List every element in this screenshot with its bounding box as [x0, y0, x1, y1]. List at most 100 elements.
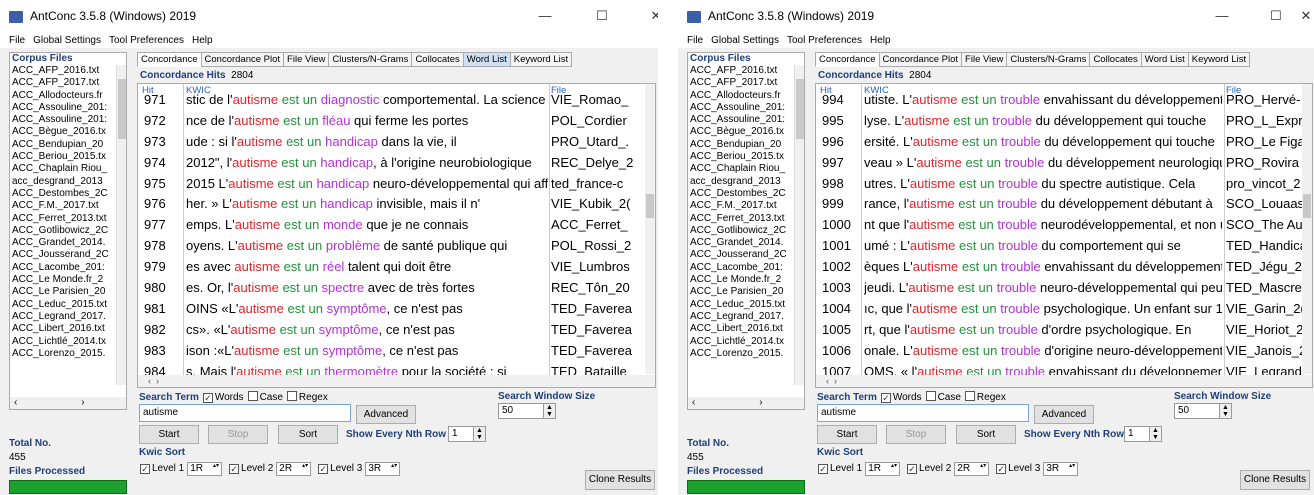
- corpus-file-item[interactable]: ACC_F.M._2017.txt: [688, 200, 804, 212]
- search-window-spinner[interactable]: 50 ▲ ▼: [498, 403, 556, 419]
- level3-spinner[interactable]: 3R: [1043, 462, 1079, 476]
- corpus-file-item[interactable]: ACC_Assouline_201:: [688, 102, 804, 114]
- checkbox-icon[interactable]: [286, 391, 297, 401]
- concordance-row[interactable]: 1005 rt, que l'autisme est un trouble d'o…: [816, 320, 1303, 341]
- spinner-arrows-icon[interactable]: ▲ ▼: [543, 404, 555, 418]
- file-name[interactable]: TED_Faverea: [551, 320, 646, 341]
- tab-file-view[interactable]: File View: [283, 52, 330, 67]
- level2-spinner[interactable]: 2R: [276, 462, 312, 476]
- corpus-file-item[interactable]: ACC_Lichtlé_2014.tx: [10, 336, 126, 348]
- file-name[interactable]: pro_vincot_2: [1226, 174, 1312, 195]
- corpus-file-item[interactable]: acc_desgrand_2013: [10, 176, 126, 188]
- checkbox-icon[interactable]: ✓: [880, 393, 891, 403]
- checkbox-icon[interactable]: [964, 391, 975, 401]
- file-name[interactable]: VIE_Horiot_2: [1226, 320, 1312, 341]
- corpus-file-item[interactable]: ACC_Gotlibowicz_2C: [10, 225, 126, 237]
- concordance-row[interactable]: 1006 onale. L'autisme est un trouble d'or…: [816, 341, 1306, 362]
- sort-button[interactable]: Sort: [956, 425, 1016, 444]
- file-name[interactable]: POL_Cordier: [551, 111, 646, 132]
- maximize-icon[interactable]: ☐: [1268, 8, 1284, 24]
- corpus-file-item[interactable]: ACC_Destombes_2C: [10, 188, 126, 200]
- corpus-file-item[interactable]: ACC_Assouline_201:: [688, 114, 804, 126]
- corpus-file-item[interactable]: ACC_Assouline_201:: [10, 114, 126, 126]
- tab-word-list[interactable]: Word List: [462, 52, 511, 67]
- corpus-file-item[interactable]: ACC_AFP_2016.txt: [10, 65, 126, 77]
- concordance-row[interactable]: 983 ison :«L'autisme est un symptôme, ce …: [138, 341, 645, 362]
- menu-item[interactable]: File: [9, 35, 25, 46]
- corpus-file-item[interactable]: ACC_Ferret_2013.txt: [10, 213, 126, 225]
- corpus-file-item[interactable]: ACC_Le Monde.fr_2: [688, 274, 804, 286]
- concordance-row[interactable]: 999 rance, l'autisme est un trouble du dé…: [816, 194, 1304, 215]
- checkbox-icon[interactable]: ✓: [907, 464, 918, 474]
- file-name[interactable]: REC_Tôn_20: [551, 278, 646, 299]
- concordance-row[interactable]: 998 utres. L'autisme est un trouble du sp…: [816, 174, 1302, 195]
- nth-row-spinner[interactable]: 1 ▲ ▼: [448, 426, 486, 442]
- concordance-row[interactable]: 1000 nt que l'autisme est un trouble neur…: [816, 215, 1303, 236]
- search-input[interactable]: autisme: [817, 404, 1029, 422]
- checkbox-icon[interactable]: ✓: [140, 464, 150, 474]
- tab-concordance-plot[interactable]: Concordance Plot: [878, 52, 963, 67]
- level3-spinner[interactable]: 3R: [365, 462, 401, 476]
- checkbox-icon[interactable]: [925, 391, 936, 401]
- corpus-file-item[interactable]: ACC_Beriou_2015.tx: [10, 151, 126, 163]
- close-icon[interactable]: ✕: [1298, 8, 1314, 24]
- spinner-arrows-icon[interactable]: ▲ ▼: [1219, 404, 1231, 418]
- file-name[interactable]: TED_Jégu_2(: [1226, 257, 1312, 278]
- spinner-arrows-icon[interactable]: ▲ ▼: [473, 427, 485, 441]
- menu-item[interactable]: Tool Preferences: [787, 35, 862, 46]
- menu-item[interactable]: Global Settings: [711, 35, 779, 46]
- tab-word-list[interactable]: Word List: [1140, 52, 1189, 67]
- corpus-files-hscroll[interactable]: ‹ ›: [10, 397, 126, 409]
- corpus-file-item[interactable]: ACC_Lichtlé_2014.tx: [688, 336, 804, 348]
- file-name[interactable]: REC_Delye_2: [551, 153, 646, 174]
- level1-spinner[interactable]: 1R: [187, 462, 223, 476]
- menu-item[interactable]: Tool Preferences: [109, 35, 184, 46]
- level2-spinner[interactable]: 2R: [954, 462, 990, 476]
- spinner-arrows-icon[interactable]: ▲ ▼: [1149, 427, 1161, 441]
- concordance-row[interactable]: 981 OINS «L'autisme est un symptôme, ce n…: [138, 299, 645, 320]
- corpus-file-item[interactable]: ACC_Chaplain Riou_: [10, 163, 126, 175]
- clone-results-button[interactable]: Clone Results: [1240, 470, 1310, 490]
- concordance-row[interactable]: 994 utiste. L'autisme est un trouble enva…: [816, 90, 1302, 111]
- corpus-file-item[interactable]: acc_desgrand_2013: [688, 176, 804, 188]
- corpus-file-item[interactable]: ACC_Le Parisien_20: [10, 286, 126, 298]
- corpus-files-scrollbar[interactable]: [794, 65, 804, 385]
- concordance-row[interactable]: 1002 èques L'autisme est un trouble envah…: [816, 257, 1306, 278]
- file-name[interactable]: ted_france-c: [551, 174, 646, 195]
- corpus-file-item[interactable]: ACC_Jousserand_2C: [10, 249, 126, 261]
- minimize-icon[interactable]: —: [537, 8, 553, 23]
- nth-row-spinner[interactable]: 1 ▲ ▼: [1124, 426, 1162, 442]
- corpus-file-item[interactable]: ACC_Destombes_2C: [688, 188, 804, 200]
- corpus-files-scrollbar[interactable]: [116, 65, 126, 385]
- corpus-file-item[interactable]: ACC_Bègue_2016.tx: [688, 126, 804, 138]
- corpus-file-item[interactable]: ACC_Lacombe_201:: [688, 262, 804, 274]
- corpus-file-item[interactable]: ACC_Leduc_2015.txt: [688, 299, 804, 311]
- file-name[interactable]: VIE_Garin_2(: [1226, 299, 1312, 320]
- menu-item[interactable]: Help: [192, 35, 213, 46]
- stop-button[interactable]: Stop: [208, 425, 268, 444]
- concordance-row[interactable]: 973 ude : si l'autisme est un handicap da…: [138, 132, 645, 153]
- corpus-file-item[interactable]: ACC_AFP_2016.txt: [688, 65, 804, 77]
- corpus-file-item[interactable]: ACC_Bendupian_20: [688, 139, 804, 151]
- concordance-row[interactable]: 1003 jeudi. L'autisme est un trouble neur…: [816, 278, 1305, 299]
- file-name[interactable]: TED_Handica: [1226, 236, 1312, 257]
- corpus-file-item[interactable]: ACC_Gotlibowicz_2C: [688, 225, 804, 237]
- corpus-file-item[interactable]: ACC_AFP_2017.txt: [10, 77, 126, 89]
- close-icon[interactable]: ✕: [648, 8, 658, 24]
- corpus-file-item[interactable]: ACC_Assouline_201:: [10, 102, 126, 114]
- corpus-file-item[interactable]: ACC_Bègue_2016.tx: [10, 126, 126, 138]
- checkbox-icon[interactable]: ✓: [318, 464, 329, 474]
- corpus-file-item[interactable]: ACC_AFP_2017.txt: [688, 77, 804, 89]
- checkbox-icon[interactable]: ✓: [229, 464, 240, 474]
- checkbox-icon[interactable]: ✓: [818, 464, 828, 474]
- advanced-button[interactable]: Advanced: [356, 405, 416, 424]
- concordance-row[interactable]: 975 2015 L'autisme est un handicap neuro…: [138, 174, 645, 195]
- corpus-file-item[interactable]: ACC_Jousserand_2C: [688, 249, 804, 261]
- corpus-file-item[interactable]: ACC_Grandet_2014.: [688, 237, 804, 249]
- results-scrollbar[interactable]: [645, 84, 655, 374]
- file-name[interactable]: SCO_Louaas: [1226, 194, 1312, 215]
- tab-concordance-plot[interactable]: Concordance Plot: [200, 52, 285, 67]
- file-name[interactable]: TED_Mascret: [1226, 278, 1312, 299]
- results-scrollbar[interactable]: [1302, 84, 1312, 374]
- file-name[interactable]: VIE_Lumbros: [551, 257, 646, 278]
